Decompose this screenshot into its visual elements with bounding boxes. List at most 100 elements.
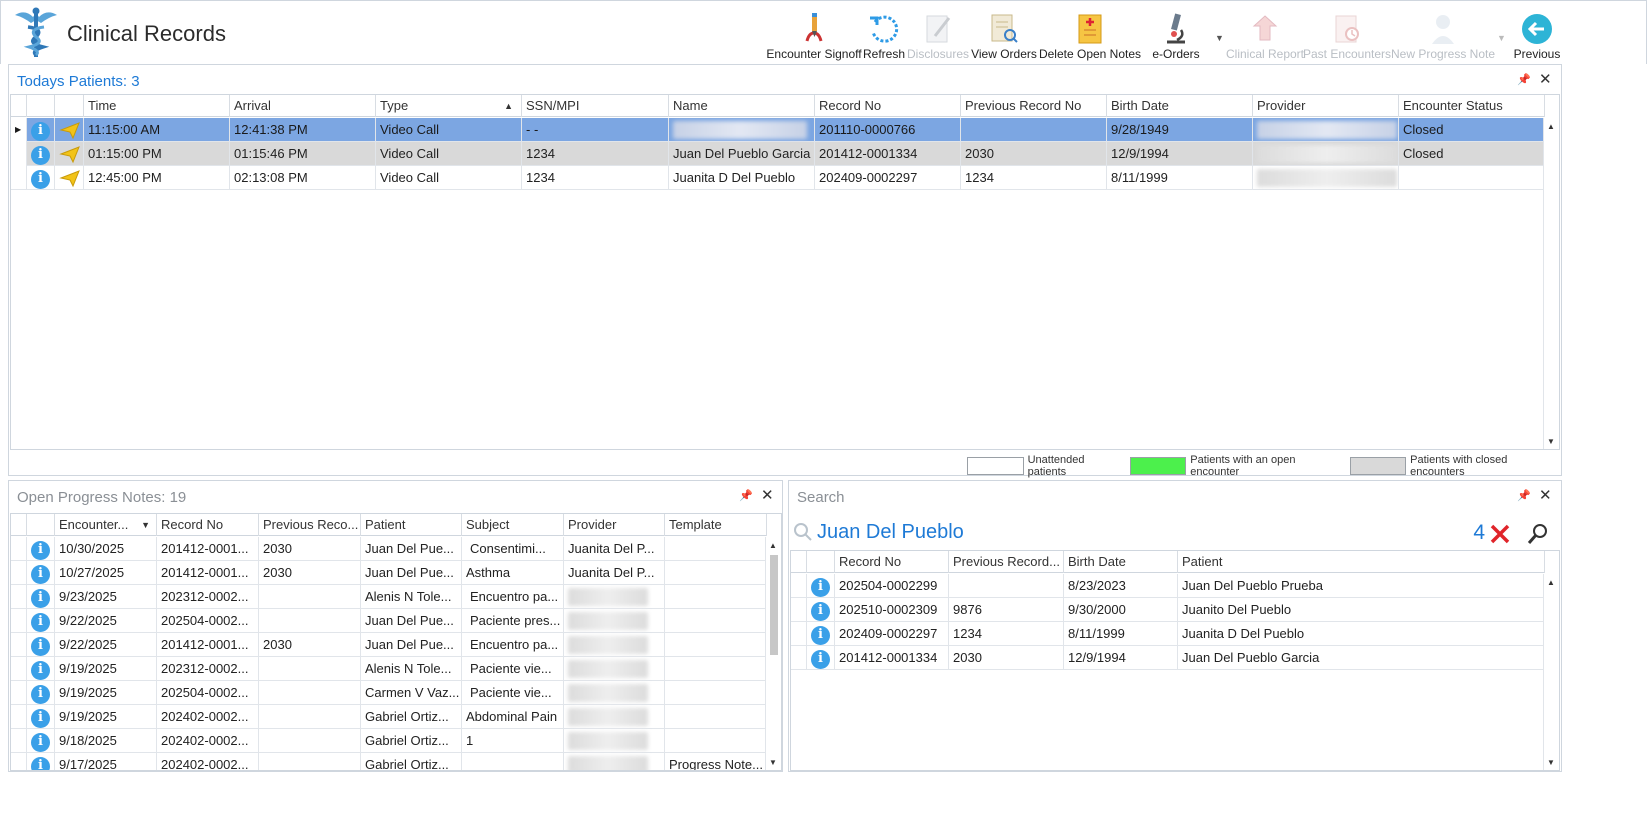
table-row[interactable]: i 12:45:00 PM 02:13:08 PM Video Call 123… [11, 166, 1545, 190]
col-name[interactable]: Name [669, 95, 815, 117]
scroll-down-icon[interactable]: ▼ [1547, 758, 1555, 767]
col-template[interactable]: Template [665, 514, 767, 536]
redacted-provider [1253, 142, 1399, 166]
info-icon[interactable]: i [31, 708, 50, 728]
info-icon[interactable]: i [811, 625, 830, 645]
video-call-icon [59, 146, 80, 164]
table-row[interactable]: i 201412-0001334 2030 12/9/1994 Juan Del Pue… [791, 646, 1545, 670]
video-call-icon [59, 170, 80, 188]
pin-icon[interactable]: 📌 [739, 489, 753, 502]
table-row[interactable]: i 10/30/2025 201412-0001... 2030 Juan Del Pu… [11, 537, 767, 561]
new-progress-note-button[interactable]: New Progress Note [1391, 5, 1495, 63]
table-row[interactable]: i 202510-0002309 9876 9/30/2000 Juanito Del … [791, 598, 1545, 622]
table-row[interactable]: i 9/19/2025 202312-0002... Alenis N Tole...… [11, 657, 767, 681]
disclosures-button[interactable]: Disclosures [907, 5, 969, 63]
search-input[interactable]: Juan Del Pueblo [817, 521, 964, 544]
col-record-no[interactable]: Record No [835, 551, 949, 573]
close-icon[interactable]: ✕ [1539, 70, 1552, 88]
info-icon[interactable]: i [811, 577, 830, 597]
col-time[interactable]: Time [84, 95, 230, 117]
info-icon[interactable]: i [31, 732, 50, 752]
col-provider[interactable]: Provider [1253, 95, 1399, 117]
col-previous-record[interactable]: Previous Record No [961, 95, 1107, 117]
col-subject[interactable]: Subject [462, 514, 564, 536]
vertical-scrollbar[interactable]: ▲ ▼ [1543, 118, 1559, 449]
col-patient[interactable]: Patient [1178, 551, 1545, 573]
table-row[interactable]: i 9/22/2025 201412-0001... 2030 Juan Del Pue… [11, 633, 767, 657]
info-icon[interactable]: i [811, 601, 830, 621]
info-icon[interactable]: i [31, 540, 50, 560]
table-row[interactable]: i 202504-0002299 8/23/2023 Juan Del Pueblo … [791, 574, 1545, 598]
open-notes-title: Open Progress Notes: 19 [17, 489, 187, 506]
table-row[interactable]: i 202409-0002297 1234 8/11/1999 Juanita D De… [791, 622, 1545, 646]
search-title: Search [797, 489, 845, 506]
col-ssn[interactable]: SSN/MPI [522, 95, 669, 117]
col-provider[interactable]: Provider [564, 514, 665, 536]
legend-swatch-open [1129, 457, 1187, 475]
encounter-signoff-button[interactable]: Encounter Signoff [766, 5, 862, 63]
table-row[interactable]: i 9/22/2025 202504-0002... Juan Del Pue... P… [11, 609, 767, 633]
col-patient[interactable]: Patient [361, 514, 462, 536]
pin-icon[interactable]: 📌 [1517, 73, 1531, 86]
table-row[interactable]: i 9/18/2025 202402-0002... Gabriel Ortiz...… [11, 729, 767, 753]
delete-open-notes-button[interactable]: Delete Open Notes [1039, 5, 1141, 63]
back-arrow-icon [1519, 11, 1555, 47]
scroll-down-icon[interactable]: ▼ [769, 758, 777, 767]
info-icon[interactable]: i [31, 660, 50, 680]
todays-patients-grid: Time Arrival Type ▲ SSN/MPI Name Record N… [10, 94, 1560, 450]
clinical-report-button[interactable]: Clinical Report [1226, 5, 1304, 63]
grid-header: Time Arrival Type ▲ SSN/MPI Name Record N… [11, 95, 1545, 117]
col-previous-record[interactable]: Previous Record... [949, 551, 1064, 573]
col-record-no[interactable]: Record No [157, 514, 259, 536]
info-icon[interactable]: i [31, 169, 50, 189]
new-note-dropdown-icon[interactable]: ▼ [1497, 33, 1506, 43]
col-previous-record[interactable]: Previous Reco... [259, 514, 361, 536]
e-orders-dropdown-icon[interactable]: ▼ [1215, 33, 1224, 43]
redacted-provider [564, 729, 665, 753]
info-icon[interactable]: i [31, 636, 50, 656]
table-row[interactable]: i 9/19/2025 202504-0002... Carmen V Vaz... P… [11, 681, 767, 705]
info-icon[interactable]: i [31, 564, 50, 584]
table-row[interactable]: i 01:15:00 PM 01:15:46 PM Video Call 123… [11, 142, 1545, 166]
close-icon[interactable]: ✕ [1539, 486, 1552, 504]
previous-button[interactable]: Previous [1511, 5, 1563, 63]
col-encounter-status[interactable]: Encounter Status [1399, 95, 1545, 117]
scroll-down-icon[interactable]: ▼ [1547, 437, 1555, 446]
redacted-provider [564, 585, 665, 609]
close-icon[interactable]: ✕ [761, 486, 774, 504]
view-orders-button[interactable]: View Orders [971, 5, 1037, 63]
table-row[interactable]: i 10/27/2025 201412-0001... 2030 Juan Del Pu… [11, 561, 767, 585]
col-record-no[interactable]: Record No [815, 95, 961, 117]
delete-notes-icon [1072, 11, 1108, 47]
info-icon[interactable]: i [31, 756, 50, 770]
info-icon[interactable]: i [31, 684, 50, 704]
signoff-icon [796, 11, 832, 47]
info-icon[interactable]: i [31, 588, 50, 608]
info-icon[interactable]: i [31, 145, 50, 165]
col-type[interactable]: Type ▲ [376, 95, 522, 117]
refresh-button[interactable]: Refresh [863, 5, 905, 63]
redacted-provider [1253, 118, 1399, 142]
scroll-up-icon[interactable]: ▲ [1547, 122, 1555, 131]
scroll-thumb[interactable] [770, 555, 778, 655]
col-birth-date[interactable]: Birth Date [1107, 95, 1253, 117]
col-encounter[interactable]: Encounter... ▼ [55, 514, 157, 536]
scroll-up-icon[interactable]: ▲ [1547, 578, 1555, 587]
past-encounters-button[interactable]: Past Encounters [1303, 5, 1391, 63]
pin-icon[interactable]: 📌 [1517, 489, 1531, 502]
table-row[interactable]: i 9/23/2025 202312-0002... Alenis N Tole...… [11, 585, 767, 609]
info-icon[interactable]: i [31, 121, 50, 141]
scroll-up-icon[interactable]: ▲ [769, 541, 777, 550]
e-orders-button[interactable]: e-Orders [1147, 5, 1205, 63]
table-row[interactable]: ▶ i 11:15:00 AM 12:41:38 PM Video Call -… [11, 118, 1545, 142]
vertical-scrollbar[interactable]: ▲ ▼ [765, 537, 781, 770]
table-row[interactable]: i 9/19/2025 202402-0002... Gabriel Ortiz...… [11, 705, 767, 729]
magnifier-search-icon[interactable] [1527, 523, 1549, 545]
info-icon[interactable]: i [811, 649, 830, 669]
vertical-scrollbar[interactable]: ▲ ▼ [1543, 574, 1559, 770]
table-row[interactable]: i 9/17/2025 202402-0002... Gabriel Ortiz...… [11, 753, 767, 770]
col-birth-date[interactable]: Birth Date [1064, 551, 1178, 573]
clear-search-icon[interactable] [1489, 523, 1511, 545]
info-icon[interactable]: i [31, 612, 50, 632]
col-arrival[interactable]: Arrival [230, 95, 376, 117]
